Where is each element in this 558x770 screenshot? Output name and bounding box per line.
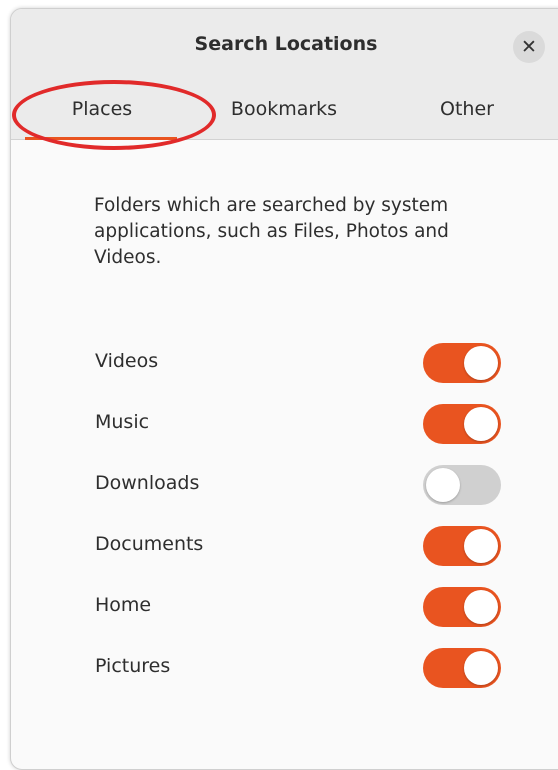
tab-other[interactable]: Other (375, 81, 558, 139)
toggle-knob (464, 407, 498, 441)
place-row-home: Home (11, 576, 558, 637)
place-label-home: Home (95, 594, 152, 616)
toggle-documents[interactable] (423, 526, 501, 566)
tab-places-label: Places (71, 98, 133, 120)
toggle-knob (464, 651, 498, 685)
close-icon: ✕ (521, 36, 537, 58)
toggle-videos[interactable] (423, 343, 501, 383)
toggle-home[interactable] (423, 587, 501, 627)
place-label-downloads: Downloads (95, 472, 200, 494)
tab-bookmarks-label: Bookmarks (230, 98, 338, 120)
place-label-videos: Videos (95, 350, 159, 372)
title-bar: Search Locations ✕ (11, 9, 558, 81)
search-locations-dialog: Search Locations ✕ Places Bookmarks Othe… (10, 8, 558, 770)
places-list: Videos Music Downloads Documents Home Pi… (11, 332, 558, 698)
place-row-videos: Videos (11, 332, 558, 393)
toggle-downloads[interactable] (423, 465, 501, 505)
toggle-music[interactable] (423, 404, 501, 444)
place-label-music: Music (95, 411, 150, 433)
place-row-documents: Documents (11, 515, 558, 576)
tab-bookmarks[interactable]: Bookmarks (193, 81, 375, 139)
toggle-knob (464, 346, 498, 380)
toggle-knob (464, 590, 498, 624)
close-button[interactable]: ✕ (513, 31, 545, 63)
dialog-title: Search Locations (194, 33, 378, 55)
place-label-documents: Documents (95, 533, 204, 555)
toggle-knob (426, 468, 460, 502)
tab-bar: Places Bookmarks Other (11, 81, 558, 140)
place-row-pictures: Pictures (11, 637, 558, 698)
place-row-downloads: Downloads (11, 454, 558, 515)
places-description: Folders which are searched by system app… (94, 195, 449, 268)
place-row-music: Music (11, 393, 558, 454)
toggle-pictures[interactable] (423, 648, 501, 688)
toggle-knob (464, 529, 498, 563)
tab-places[interactable]: Places (11, 81, 193, 140)
active-tab-indicator (25, 137, 177, 140)
place-label-pictures: Pictures (95, 655, 171, 677)
tab-other-label: Other (440, 98, 494, 120)
